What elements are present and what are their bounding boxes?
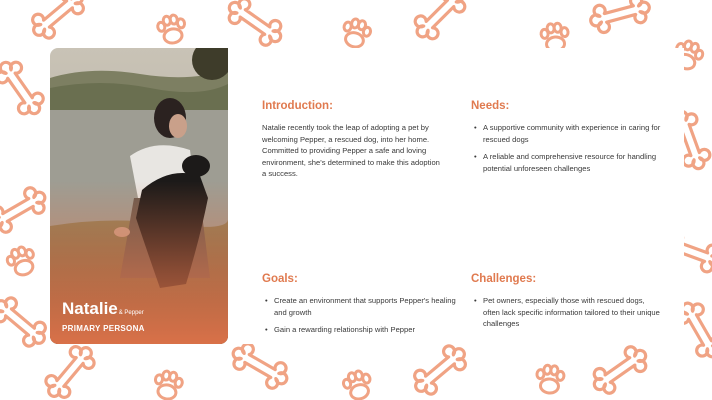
introduction-section: Introduction: Natalie recently took the … (262, 100, 462, 180)
persona-name-row: Natalie& Pepper (62, 299, 144, 319)
goals-list: Create an environment that supports Pepp… (262, 295, 457, 336)
goals-section: Goals: Create an environment that suppor… (262, 273, 457, 342)
challenges-section: Challenges: Pet owners, especially those… (471, 273, 661, 336)
list-item: Gain a rewarding relationship with Peppe… (262, 324, 457, 336)
introduction-text: Natalie recently took the leap of adopti… (262, 123, 440, 179)
introduction-title: Introduction: (262, 100, 333, 112)
persona-name: Natalie (62, 299, 118, 318)
persona-photo: Natalie& Pepper PRIMARY PERSONA (50, 48, 228, 344)
challenges-title: Challenges: (471, 273, 537, 285)
persona-companion: & Pepper (118, 310, 144, 316)
challenges-list: Pet owners, especially those with rescue… (471, 295, 661, 330)
needs-section: Needs: A supportive community with exper… (471, 100, 661, 180)
list-item: Pet owners, especially those with rescue… (471, 295, 661, 330)
needs-title: Needs: (471, 100, 510, 112)
list-item: A supportive community with experience i… (471, 122, 661, 145)
persona-role: PRIMARY PERSONA (62, 324, 145, 333)
persona-card: Natalie& Pepper PRIMARY PERSONA Introduc… (50, 48, 684, 344)
list-item: Create an environment that supports Pepp… (262, 295, 457, 318)
goals-title: Goals: (262, 273, 298, 285)
list-item: A reliable and comprehensive resource fo… (471, 151, 661, 174)
needs-list: A supportive community with experience i… (471, 122, 661, 174)
